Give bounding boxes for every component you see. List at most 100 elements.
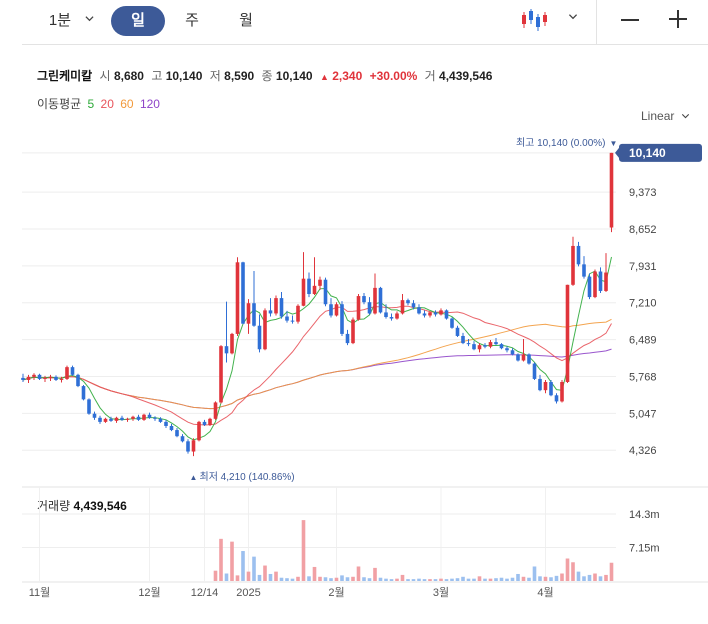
price-chart[interactable]: 9,373 8,652 7,931 7,210 6,489 5,768 5,047 4,326… bbox=[0, 0, 708, 624]
candle-body bbox=[164, 421, 168, 426]
volume-bar bbox=[224, 573, 229, 581]
candle-body bbox=[334, 304, 339, 316]
candle-body bbox=[411, 303, 416, 308]
x-tick-label: 4월 bbox=[537, 586, 553, 599]
volume-bar bbox=[532, 566, 537, 581]
volume-bar bbox=[461, 576, 465, 581]
candle-body bbox=[279, 298, 284, 317]
volume-tick-label: 14.3m bbox=[629, 509, 660, 521]
y-tick-label: 4,326 bbox=[629, 445, 657, 457]
candle-body bbox=[230, 333, 234, 354]
x-tick-label: 12월 bbox=[138, 586, 160, 599]
candle-body bbox=[76, 374, 80, 387]
volume-bar bbox=[230, 541, 234, 581]
candle-body bbox=[560, 381, 564, 402]
y-tick-label: 7,931 bbox=[629, 261, 657, 273]
volume-bar bbox=[334, 577, 339, 581]
candle-body bbox=[241, 262, 245, 324]
volume-bar bbox=[378, 577, 383, 581]
candle-body bbox=[147, 414, 152, 418]
candle-body bbox=[417, 307, 421, 314]
candle-body bbox=[345, 333, 350, 344]
volume-bar bbox=[351, 576, 355, 581]
candle-body bbox=[593, 271, 597, 298]
candle-body bbox=[158, 418, 163, 422]
candle-body bbox=[587, 276, 592, 298]
x-tick-label: 2월 bbox=[328, 586, 344, 599]
candle-body bbox=[153, 417, 157, 419]
candle-body bbox=[323, 279, 328, 305]
volume-bar bbox=[554, 575, 559, 581]
current-price-tag-pointer bbox=[615, 147, 619, 158]
volume-bar bbox=[296, 576, 300, 581]
low-annotation: 최저 4,210 (140.86%) bbox=[200, 471, 295, 483]
volume-bar bbox=[543, 576, 548, 581]
candle-body bbox=[400, 300, 405, 314]
candle-body bbox=[125, 418, 130, 420]
volume-bar bbox=[604, 574, 608, 581]
volume-bar bbox=[444, 579, 449, 581]
candle-body bbox=[285, 316, 289, 321]
volume-tick-label: 7.15m bbox=[629, 543, 660, 555]
volume-bar bbox=[593, 573, 597, 581]
x-tick-label: 12/14 bbox=[191, 587, 219, 599]
candle-body bbox=[472, 344, 476, 350]
volume-bar bbox=[411, 579, 416, 581]
candle-body bbox=[367, 302, 372, 314]
candle-body bbox=[202, 421, 207, 425]
candle-body bbox=[186, 441, 190, 452]
volume-bar bbox=[598, 576, 603, 581]
candle-body bbox=[208, 418, 212, 425]
volume-bar bbox=[213, 570, 218, 581]
volume-bar bbox=[422, 579, 427, 581]
y-tick-label: 9,373 bbox=[629, 187, 657, 199]
candle-body bbox=[263, 310, 267, 350]
candle-body bbox=[252, 303, 256, 326]
volume-bar bbox=[494, 578, 498, 581]
volume-bar bbox=[538, 576, 542, 581]
candle-body bbox=[428, 312, 432, 316]
candle-body bbox=[433, 312, 438, 315]
candle-body bbox=[373, 287, 377, 314]
volume-bar bbox=[477, 576, 482, 581]
candle-body bbox=[340, 304, 344, 334]
candle-body bbox=[70, 367, 75, 375]
candle-body bbox=[439, 310, 443, 315]
volume-bar bbox=[439, 578, 443, 581]
volume-bar bbox=[263, 565, 267, 581]
high-marker: ▼ bbox=[610, 139, 618, 148]
volume-bar bbox=[609, 562, 614, 581]
candle-body bbox=[422, 313, 427, 316]
candle-body bbox=[571, 245, 575, 285]
candle-body bbox=[406, 300, 410, 304]
volume-bar bbox=[466, 578, 471, 581]
volume-bar bbox=[400, 574, 405, 581]
candle-body bbox=[81, 386, 86, 400]
candle-body bbox=[213, 402, 218, 419]
candle-body bbox=[483, 345, 487, 347]
volume-bar bbox=[510, 577, 515, 581]
candle-body bbox=[37, 374, 42, 379]
candle-body bbox=[384, 312, 388, 318]
volume-bar bbox=[488, 578, 493, 581]
volume-bar bbox=[395, 578, 399, 581]
volume-bar bbox=[362, 577, 366, 581]
volume-bar bbox=[450, 578, 454, 581]
candle-body bbox=[549, 381, 553, 396]
y-tick-label: 5,768 bbox=[629, 371, 657, 383]
volume-bar bbox=[246, 571, 251, 581]
volume-bar bbox=[582, 576, 586, 581]
candle-body bbox=[120, 417, 124, 420]
candle-body bbox=[274, 298, 278, 314]
candle-body bbox=[488, 342, 493, 347]
candle-body bbox=[444, 310, 449, 319]
candle-body bbox=[466, 343, 471, 345]
volume-bar bbox=[312, 566, 317, 581]
volume-bar bbox=[505, 578, 509, 581]
volume-bar bbox=[340, 575, 344, 581]
candle-body bbox=[307, 278, 311, 295]
volume-bar bbox=[235, 575, 240, 581]
ma-60-line bbox=[22, 318, 612, 410]
volume-bar bbox=[356, 566, 361, 581]
candle-body bbox=[356, 296, 361, 320]
